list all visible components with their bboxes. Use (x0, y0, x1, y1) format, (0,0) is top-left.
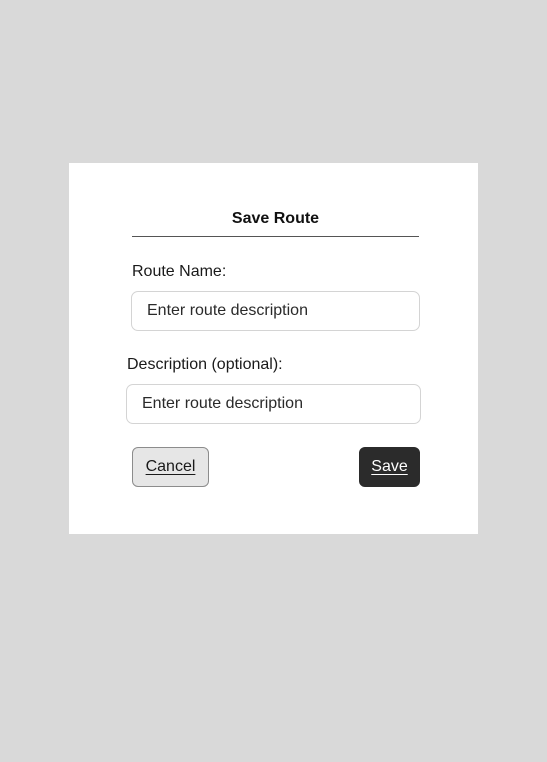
route-name-input[interactable] (131, 291, 420, 331)
save-button[interactable]: Save (359, 447, 420, 487)
dialog-title: Save Route (132, 209, 419, 237)
save-route-dialog: Save Route Route Name: Description (opti… (69, 163, 478, 534)
route-name-label: Route Name: (132, 263, 227, 280)
cancel-button[interactable]: Cancel (132, 447, 209, 487)
description-input[interactable] (126, 384, 421, 424)
description-label: Description (optional): (127, 356, 283, 373)
